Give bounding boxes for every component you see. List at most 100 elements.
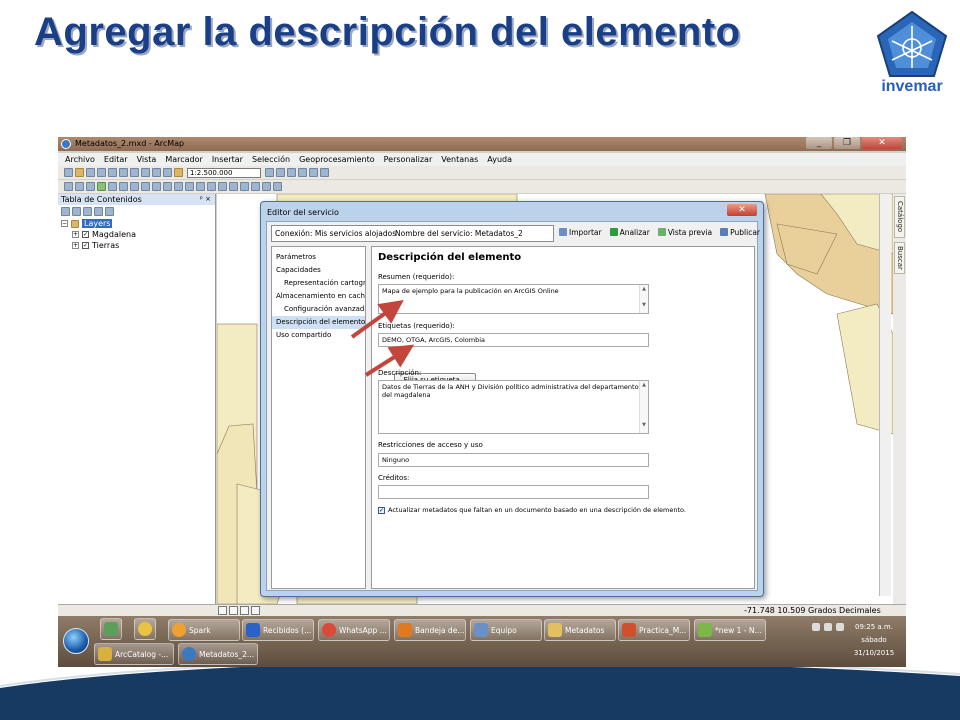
task-bandeja[interactable]: Bandeja de... bbox=[394, 619, 466, 641]
search-window-icon[interactable] bbox=[298, 168, 307, 177]
hyperlink-icon[interactable] bbox=[196, 182, 205, 191]
start-button[interactable] bbox=[63, 628, 89, 654]
minimize-button[interactable]: _ bbox=[806, 137, 832, 149]
list-by-selection-icon[interactable] bbox=[94, 207, 103, 216]
create-viewer-icon[interactable] bbox=[273, 182, 282, 191]
preview-button[interactable]: Vista previa bbox=[657, 228, 712, 237]
zoom-in-icon[interactable] bbox=[64, 182, 73, 191]
expand-icon[interactable]: + bbox=[72, 231, 79, 238]
menu-editar[interactable]: Editar bbox=[104, 155, 128, 164]
summary-scrollbar[interactable]: ▲ ▼ bbox=[639, 285, 648, 313]
pinned-app-button[interactable] bbox=[134, 618, 156, 640]
maximize-button[interactable]: ❐ bbox=[834, 137, 860, 149]
menu-seleccion[interactable]: Selección bbox=[252, 155, 290, 164]
paste-icon[interactable] bbox=[130, 168, 139, 177]
toc-layer-row[interactable]: + ✓ Tierras bbox=[58, 240, 215, 251]
task-equipo[interactable]: Equipo bbox=[470, 619, 542, 641]
cut-icon[interactable] bbox=[108, 168, 117, 177]
credits-input[interactable] bbox=[378, 485, 649, 499]
update-metadata-option[interactable]: ✓ Actualizar metadatos que faltan en un … bbox=[378, 506, 686, 514]
toc-layer-row[interactable]: + ✓ Magdalena bbox=[58, 229, 215, 240]
zoom-out-icon[interactable] bbox=[75, 182, 84, 191]
python-icon[interactable] bbox=[320, 168, 329, 177]
menu-ventanas[interactable]: Ventanas bbox=[441, 155, 478, 164]
open-icon[interactable] bbox=[75, 168, 84, 177]
new-document-icon[interactable] bbox=[64, 168, 73, 177]
access-input[interactable]: Ninguno bbox=[378, 453, 649, 467]
menu-insertar[interactable]: Insertar bbox=[212, 155, 243, 164]
undo-icon[interactable] bbox=[152, 168, 161, 177]
search-side-tab[interactable]: Buscar bbox=[894, 242, 905, 274]
map-scale-dropdown[interactable]: 1:2.500.000 bbox=[187, 167, 261, 178]
copy-icon[interactable] bbox=[119, 168, 128, 177]
fixed-zoom-in-icon[interactable] bbox=[108, 182, 117, 191]
clock[interactable]: 09:25 a.m. sábado 31/10/2015 bbox=[848, 621, 900, 660]
menu-vista[interactable]: Vista bbox=[137, 155, 157, 164]
catalog-icon[interactable] bbox=[287, 168, 296, 177]
fixed-zoom-out-icon[interactable] bbox=[119, 182, 128, 191]
pan-icon[interactable] bbox=[86, 182, 95, 191]
save-icon[interactable] bbox=[86, 168, 95, 177]
task-notepad[interactable]: *new 1 - N... bbox=[694, 619, 766, 641]
catalog-side-tab[interactable]: Catálogo bbox=[894, 196, 905, 238]
tray-volume-icon[interactable] bbox=[824, 623, 832, 631]
map-vertical-scrollbar[interactable] bbox=[879, 194, 891, 596]
editor-icon[interactable] bbox=[265, 168, 274, 177]
toc-pin-close-icon[interactable]: ᵖ × bbox=[200, 194, 211, 205]
update-metadata-checkbox[interactable]: ✓ bbox=[378, 506, 385, 514]
find-route-icon[interactable] bbox=[240, 182, 249, 191]
layer-visibility-checkbox[interactable]: ✓ bbox=[82, 231, 89, 238]
tray-flag-icon[interactable] bbox=[836, 623, 844, 631]
menu-ayuda[interactable]: Ayuda bbox=[487, 155, 512, 164]
task-spark[interactable]: Spark bbox=[168, 619, 240, 641]
collapse-icon[interactable]: − bbox=[61, 220, 68, 227]
list-by-source-icon[interactable] bbox=[72, 207, 81, 216]
dialog-close-button[interactable]: ✕ bbox=[727, 204, 757, 216]
select-elements-icon[interactable] bbox=[174, 182, 183, 191]
back-extent-icon[interactable] bbox=[130, 182, 139, 191]
layers-root-label[interactable]: Layers bbox=[82, 219, 113, 228]
measure-icon[interactable] bbox=[218, 182, 227, 191]
nav-item-representacion[interactable]: Representación cartográfi bbox=[272, 277, 365, 290]
print-icon[interactable] bbox=[97, 168, 106, 177]
find-icon[interactable] bbox=[229, 182, 238, 191]
close-button[interactable]: ✕ bbox=[862, 137, 902, 149]
arctoolbox-icon[interactable] bbox=[309, 168, 318, 177]
identify-icon[interactable] bbox=[185, 182, 194, 191]
add-data-icon[interactable] bbox=[174, 168, 183, 177]
table-icon[interactable] bbox=[276, 168, 285, 177]
list-by-drawing-order-icon[interactable] bbox=[61, 207, 70, 216]
task-arcmap[interactable]: Metadatos_2... bbox=[178, 643, 258, 665]
layer-visibility-checkbox[interactable]: ✓ bbox=[82, 242, 89, 249]
delete-icon[interactable] bbox=[141, 168, 150, 177]
layer-name[interactable]: Magdalena bbox=[92, 230, 136, 239]
task-recibidos[interactable]: Recibidos (... bbox=[242, 619, 314, 641]
pause-drawing-icon[interactable] bbox=[251, 606, 260, 615]
menu-personalizar[interactable]: Personalizar bbox=[384, 155, 433, 164]
analyze-button[interactable]: Analizar bbox=[609, 228, 650, 237]
layout-view-icon[interactable] bbox=[229, 606, 238, 615]
menu-marcador[interactable]: Marcador bbox=[165, 155, 202, 164]
list-by-visibility-icon[interactable] bbox=[83, 207, 92, 216]
task-whatsapp[interactable]: WhatsApp ... bbox=[318, 619, 390, 641]
pinned-app-button[interactable] bbox=[100, 618, 122, 640]
clear-selection-icon[interactable] bbox=[163, 182, 172, 191]
forward-extent-icon[interactable] bbox=[141, 182, 150, 191]
refresh-icon[interactable] bbox=[240, 606, 249, 615]
html-popup-icon[interactable] bbox=[207, 182, 216, 191]
select-features-icon[interactable] bbox=[152, 182, 161, 191]
expand-icon[interactable]: + bbox=[72, 242, 79, 249]
go-to-xy-icon[interactable] bbox=[251, 182, 260, 191]
task-metadatos-folder[interactable]: Metadatos bbox=[544, 619, 616, 641]
layer-name[interactable]: Tierras bbox=[92, 241, 119, 250]
import-button[interactable]: Importar bbox=[559, 228, 602, 237]
publish-button[interactable]: Publicar bbox=[720, 228, 760, 237]
description-scrollbar[interactable]: ▲ ▼ bbox=[639, 381, 648, 433]
data-view-icon[interactable] bbox=[218, 606, 227, 615]
toc-layers-row[interactable]: − Layers bbox=[58, 218, 215, 229]
full-extent-icon[interactable] bbox=[97, 182, 106, 191]
redo-icon[interactable] bbox=[163, 168, 172, 177]
task-arccatalog[interactable]: ArcCatalog -... bbox=[94, 643, 174, 665]
task-practica[interactable]: Practica_M... bbox=[618, 619, 690, 641]
menu-archivo[interactable]: Archivo bbox=[65, 155, 95, 164]
